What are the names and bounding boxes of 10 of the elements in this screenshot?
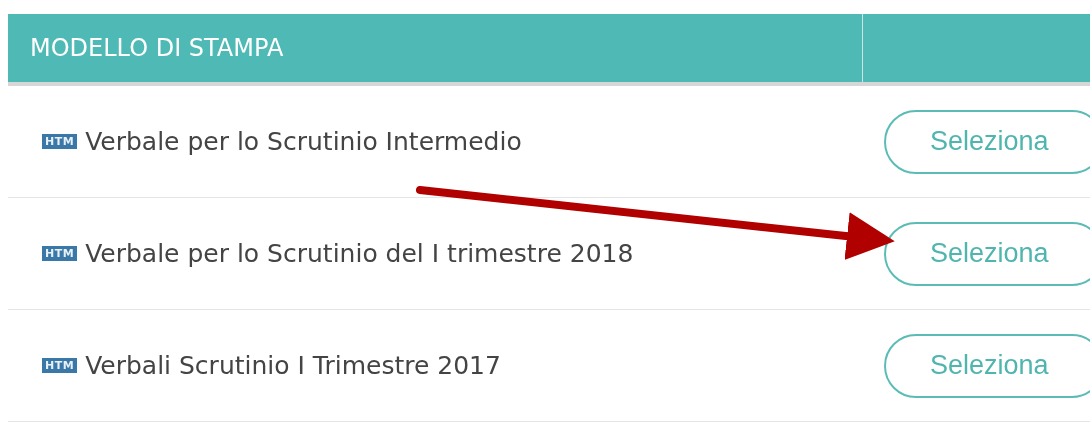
column-header: MODELLO DI STAMPA — [8, 14, 863, 82]
file-type-badge: HTM — [42, 246, 78, 261]
select-button[interactable]: Seleziona — [884, 221, 1090, 286]
file-type-badge: HTM — [42, 358, 78, 373]
template-name: Verbale per lo Scrutinio del I trimestre 2018 — [85, 239, 634, 268]
select-button[interactable]: Seleziona — [884, 333, 1090, 398]
file-type-badge: HTM — [42, 134, 78, 149]
template-name: Verbale per lo Scrutinio Intermedio — [85, 127, 522, 156]
select-button[interactable]: Seleziona — [884, 109, 1090, 174]
template-name: Verbali Scrutinio I Trimestre 2017 — [85, 351, 501, 380]
